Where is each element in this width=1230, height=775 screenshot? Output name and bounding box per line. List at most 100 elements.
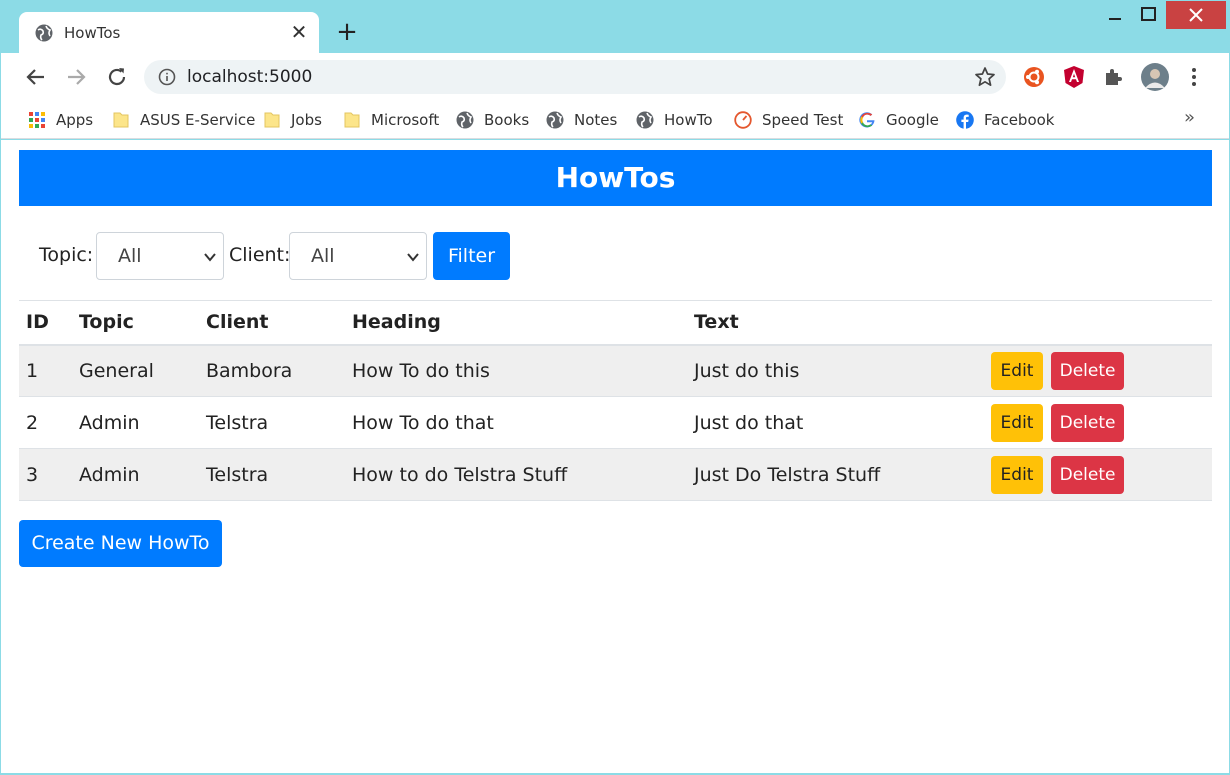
tab-strip: HowTos ✕ +: [1, 1, 1229, 54]
table-row: 3 Admin Telstra How to do Telstra Stuff …: [19, 448, 1212, 501]
bookmark-apps[interactable]: Apps: [28, 109, 93, 131]
bookmark-label: HowTo: [664, 111, 713, 129]
cell-actions: Edit Delete: [986, 345, 1212, 397]
edit-button[interactable]: Edit: [991, 403, 1043, 442]
browser-window: HowTos ✕ + localhost:5000 Apps ASUS E-Se…: [1, 1, 1229, 773]
bookmark-label: Apps: [56, 111, 94, 129]
column-header-heading: Heading: [352, 311, 441, 334]
globe-icon: [546, 111, 564, 129]
cell-client: Telstra: [206, 411, 269, 434]
column-header-topic: Topic: [79, 311, 134, 334]
column-header-id: ID: [26, 311, 49, 334]
delete-button[interactable]: Delete: [1051, 351, 1125, 390]
topic-label: Topic:: [39, 244, 94, 266]
edit-button[interactable]: Edit: [991, 455, 1043, 494]
cell-topic: General: [79, 359, 154, 382]
address-bar[interactable]: localhost:5000: [144, 60, 1006, 94]
delete-button[interactable]: Delete: [1051, 455, 1125, 494]
cell-text: Just Do Telstra Stuff: [694, 463, 881, 486]
filter-button[interactable]: Filter: [433, 232, 510, 280]
cell-topic: Admin: [79, 411, 140, 434]
back-arrow-icon[interactable]: [24, 65, 48, 89]
column-header-client: Client: [206, 311, 269, 334]
column-header-text: Text: [694, 311, 739, 334]
bookmark-books[interactable]: Books: [456, 109, 529, 131]
topic-select[interactable]: All: [96, 232, 224, 280]
bookmark-facebook[interactable]: Facebook: [956, 109, 1054, 131]
browser-toolbar: localhost:5000: [1, 53, 1229, 101]
bookmark-google[interactable]: Google: [858, 109, 939, 131]
info-icon[interactable]: [158, 68, 176, 86]
delete-button[interactable]: Delete: [1051, 403, 1125, 442]
bookmark-label: ASUS E-Service: [140, 111, 256, 129]
reload-icon[interactable]: [105, 65, 129, 89]
cell-actions: Edit Delete: [986, 449, 1212, 501]
bookmark-label: Microsoft: [371, 111, 440, 129]
page-title: HowTos: [19, 150, 1212, 206]
cell-heading: How To do this: [352, 359, 490, 382]
forward-arrow-icon[interactable]: [64, 65, 88, 89]
bookmark-jobs[interactable]: Jobs: [263, 109, 322, 131]
cell-id: 1: [26, 359, 39, 382]
apps-grid-icon: [29, 112, 45, 128]
topic-select-value: All: [118, 245, 142, 267]
bookmarks-bar: Apps ASUS E-Service Jobs Microsoft Books…: [1, 101, 1229, 139]
cell-client: Bambora: [206, 359, 293, 382]
cell-actions: Edit Delete: [986, 397, 1212, 449]
bookmark-speed-test[interactable]: Speed Test: [734, 109, 843, 131]
cell-client: Telstra: [206, 463, 269, 486]
folder-icon: [113, 112, 129, 128]
page-content: HowTos Topic: All Client: All Filter ID …: [1, 140, 1229, 773]
extension-angular-icon[interactable]: [1062, 65, 1086, 89]
facebook-icon: [956, 111, 974, 129]
cell-id: 2: [26, 411, 39, 434]
table-row: 2 Admin Telstra How To do that Just do t…: [19, 397, 1212, 449]
new-tab-icon[interactable]: +: [334, 19, 360, 45]
maximize-icon[interactable]: [1132, 1, 1166, 29]
url-text: localhost:5000: [187, 67, 313, 87]
bookmark-label: Notes: [574, 111, 618, 129]
google-icon: [859, 112, 875, 128]
close-tab-icon[interactable]: ✕: [287, 20, 311, 44]
globe-icon: [35, 24, 53, 42]
table-row: 1 General Bambora How To do this Just do…: [19, 344, 1212, 397]
bookmark-label: Google: [886, 111, 939, 129]
cell-text: Just do this: [694, 359, 800, 382]
cell-heading: How to do Telstra Stuff: [352, 463, 568, 486]
bookmark-howto[interactable]: HowTo: [636, 109, 713, 131]
bookmark-microsoft[interactable]: Microsoft: [343, 109, 439, 131]
close-window-icon[interactable]: [1166, 1, 1226, 29]
cell-heading: How To do that: [352, 411, 494, 434]
tab-title: HowTos: [64, 24, 121, 42]
client-select-value: All: [311, 245, 335, 267]
speedometer-icon: [734, 111, 752, 129]
minimize-icon[interactable]: [1098, 1, 1132, 29]
more-bookmarks-icon[interactable]: »: [1184, 107, 1195, 128]
client-label: Client:: [229, 244, 291, 266]
bookmark-notes[interactable]: Notes: [546, 109, 617, 131]
extension-ubuntu-icon[interactable]: [1022, 65, 1046, 89]
chevron-down-icon: [407, 253, 419, 262]
cell-text: Just do that: [694, 411, 804, 434]
avatar[interactable]: [1141, 63, 1169, 91]
bookmark-label: Jobs: [291, 111, 322, 129]
client-select[interactable]: All: [289, 232, 427, 280]
bookmark-label: Books: [484, 111, 530, 129]
tab-howtos[interactable]: HowTos ✕: [19, 12, 319, 54]
bookmark-star-icon[interactable]: [974, 66, 996, 88]
edit-button[interactable]: Edit: [991, 351, 1043, 390]
howtos-table: ID Topic Client Heading Text 1 General B…: [19, 300, 1212, 501]
bookmark-label: Facebook: [984, 111, 1055, 129]
globe-icon: [456, 111, 474, 129]
folder-icon: [344, 112, 360, 128]
cell-id: 3: [26, 463, 39, 486]
globe-icon: [636, 111, 654, 129]
extensions-puzzle-icon[interactable]: [1102, 65, 1126, 89]
cell-topic: Admin: [79, 463, 140, 486]
create-new-howto-button[interactable]: Create New HowTo: [19, 520, 222, 567]
menu-kebab-icon[interactable]: [1182, 65, 1206, 89]
bookmark-asus-e-service[interactable]: ASUS E-Service: [112, 109, 255, 131]
chevron-down-icon: [204, 253, 216, 262]
folder-icon: [264, 112, 280, 128]
bookmark-label: Speed Test: [762, 111, 844, 129]
